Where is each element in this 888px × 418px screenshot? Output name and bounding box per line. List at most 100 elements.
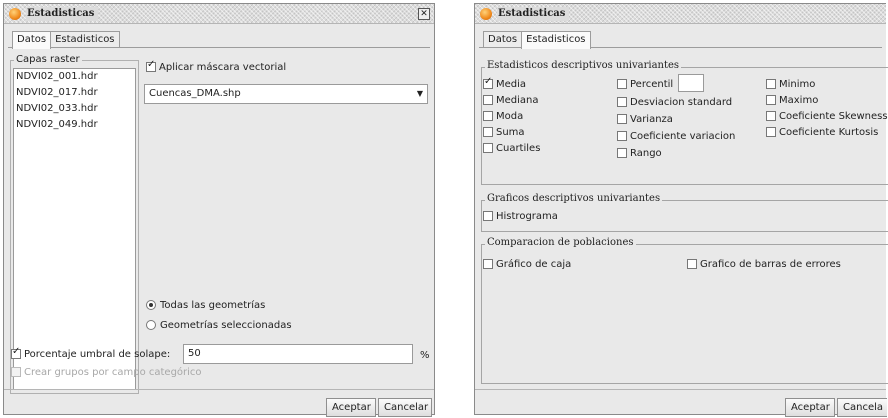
- vector-mask-select[interactable]: Cuencas_DMA.shp ▼: [144, 84, 428, 104]
- radio-selected-button[interactable]: [146, 320, 156, 330]
- tab-bar: Datos Estadisticos: [483, 31, 591, 49]
- radio-selected-label: Geometrías seleccionadas: [160, 320, 292, 331]
- tab-estadisticos[interactable]: Estadisticos: [521, 31, 591, 49]
- list-item[interactable]: NDVI02_001.hdr: [14, 69, 135, 85]
- option-suma[interactable]: Suma: [483, 127, 525, 138]
- option-varianza[interactable]: Varianza: [617, 114, 673, 125]
- title-bar[interactable]: Estadisticas ✕: [4, 4, 434, 24]
- overlap-label: Porcentaje umbral de solape:: [24, 349, 171, 360]
- option-kurtosis[interactable]: Coeficiente Kurtosis: [766, 127, 878, 138]
- accept-button[interactable]: Aceptar: [785, 398, 835, 417]
- overlap-input[interactable]: 50: [183, 344, 413, 364]
- percentil-label: Percentil: [630, 79, 674, 90]
- radio-all-button[interactable]: [146, 300, 156, 310]
- option-coef-variacion[interactable]: Coeficiente variacion: [617, 131, 735, 142]
- title-bar[interactable]: Estadisticas: [475, 4, 886, 24]
- percentile-input[interactable]: [678, 74, 704, 92]
- app-icon: [480, 8, 492, 20]
- rango-checkbox[interactable]: [617, 148, 627, 158]
- minimo-checkbox[interactable]: [766, 79, 776, 89]
- accept-button[interactable]: Aceptar: [326, 398, 376, 417]
- option-maximo[interactable]: Maximo: [766, 95, 818, 106]
- tab-estadisticos[interactable]: Estadisticos: [50, 31, 120, 48]
- option-minimo[interactable]: Minimo: [766, 79, 815, 90]
- skewness-checkbox[interactable]: [766, 111, 776, 121]
- apply-mask-option[interactable]: Aplicar máscara vectorial: [146, 59, 287, 73]
- apply-mask-label: Aplicar máscara vectorial: [159, 62, 287, 73]
- errorbars-label: Grafico de barras de errores: [700, 259, 841, 270]
- moda-checkbox[interactable]: [483, 111, 493, 121]
- option-skewness[interactable]: Coeficiente Skewness: [766, 111, 888, 122]
- window-title: Estadisticas: [26, 7, 99, 21]
- option-histogram[interactable]: Histrograma: [483, 211, 558, 222]
- maximo-checkbox[interactable]: [766, 95, 776, 105]
- option-moda[interactable]: Moda: [483, 111, 523, 122]
- graphics-title: Graficos descriptivos univariantes: [485, 193, 663, 204]
- statistics-dialog-datos: Estadisticas ✕ Datos Estadisticos Capas r…: [3, 3, 435, 417]
- media-label: Media: [496, 79, 527, 90]
- vector-mask-value: Cuencas_DMA.shp: [149, 88, 241, 99]
- app-icon: [9, 8, 21, 20]
- option-errorbars[interactable]: Grafico de barras de errores: [687, 259, 841, 270]
- boxplot-checkbox[interactable]: [483, 259, 493, 269]
- raster-layer-list[interactable]: NDVI02_001.hdr NDVI02_017.hdr NDVI02_033…: [13, 68, 136, 390]
- desviacion-checkbox[interactable]: [617, 97, 627, 107]
- list-item[interactable]: NDVI02_017.hdr: [14, 85, 135, 101]
- overlap-checkbox[interactable]: [11, 346, 21, 359]
- cuartiles-checkbox[interactable]: [483, 143, 493, 153]
- histogram-label: Histrograma: [496, 211, 558, 222]
- option-percentil[interactable]: Percentil: [617, 79, 673, 90]
- categorical-groups-option[interactable]: Crear grupos por campo categórico: [11, 367, 202, 378]
- percentil-checkbox[interactable]: [617, 79, 627, 89]
- boxplot-label: Gráfico de caja: [496, 259, 572, 270]
- tab-divider: [8, 47, 430, 48]
- option-mediana[interactable]: Mediana: [483, 95, 539, 106]
- button-divider: [4, 389, 434, 390]
- option-boxplot[interactable]: Gráfico de caja: [483, 259, 571, 270]
- mediana-label: Mediana: [496, 95, 539, 106]
- cancel-button[interactable]: Cancelar: [378, 398, 432, 417]
- univariate-stats-title: Estadisticos descriptivos univariantes: [485, 60, 682, 71]
- tab-datos[interactable]: Datos: [483, 31, 523, 48]
- radio-selected-geometries[interactable]: Geometrías seleccionadas: [146, 320, 292, 331]
- overlap-option[interactable]: Porcentaje umbral de solape:: [11, 346, 171, 360]
- option-rango[interactable]: Rango: [617, 148, 662, 159]
- errorbars-checkbox[interactable]: [687, 259, 697, 269]
- desviacion-label: Desviacion standard: [630, 97, 733, 108]
- maximo-label: Maximo: [779, 95, 819, 106]
- radio-all-label: Todas las geometrías: [160, 300, 266, 311]
- window-title: Estadisticas: [497, 7, 570, 21]
- coef-variacion-checkbox[interactable]: [617, 131, 627, 141]
- mediana-checkbox[interactable]: [483, 95, 493, 105]
- suma-checkbox[interactable]: [483, 127, 493, 137]
- overlap-unit: %: [420, 350, 430, 361]
- varianza-checkbox[interactable]: [617, 114, 627, 124]
- chevron-down-icon[interactable]: ▼: [417, 85, 423, 103]
- close-icon[interactable]: ✕: [418, 8, 430, 20]
- coef-variacion-label: Coeficiente variacion: [630, 131, 736, 142]
- tab-datos[interactable]: Datos: [12, 31, 52, 49]
- histogram-checkbox[interactable]: [483, 211, 493, 221]
- categorical-groups-checkbox[interactable]: [11, 367, 21, 377]
- tab-bar: Datos Estadisticos: [12, 31, 120, 49]
- rango-label: Rango: [630, 148, 662, 159]
- moda-label: Moda: [496, 111, 524, 122]
- raster-layers-label: Capas raster: [14, 54, 82, 65]
- minimo-label: Minimo: [779, 79, 816, 90]
- media-checkbox[interactable]: [483, 76, 493, 89]
- button-divider: [475, 389, 886, 390]
- comparison-title: Comparacion de poblaciones: [485, 237, 636, 248]
- radio-all-geometries[interactable]: Todas las geometrías: [146, 300, 265, 311]
- option-cuartiles[interactable]: Cuartiles: [483, 143, 540, 154]
- categorical-groups-label: Crear grupos por campo categórico: [24, 367, 202, 378]
- kurtosis-checkbox[interactable]: [766, 127, 776, 137]
- kurtosis-label: Coeficiente Kurtosis: [779, 127, 879, 138]
- option-media[interactable]: Media: [483, 76, 527, 90]
- apply-mask-checkbox[interactable]: [146, 59, 156, 72]
- cuartiles-label: Cuartiles: [496, 143, 541, 154]
- varianza-label: Varianza: [630, 114, 673, 125]
- list-item[interactable]: NDVI02_033.hdr: [14, 101, 135, 117]
- cancel-button[interactable]: Cancela: [837, 398, 887, 417]
- list-item[interactable]: NDVI02_049.hdr: [14, 117, 135, 133]
- option-desviacion[interactable]: Desviacion standard: [617, 97, 732, 108]
